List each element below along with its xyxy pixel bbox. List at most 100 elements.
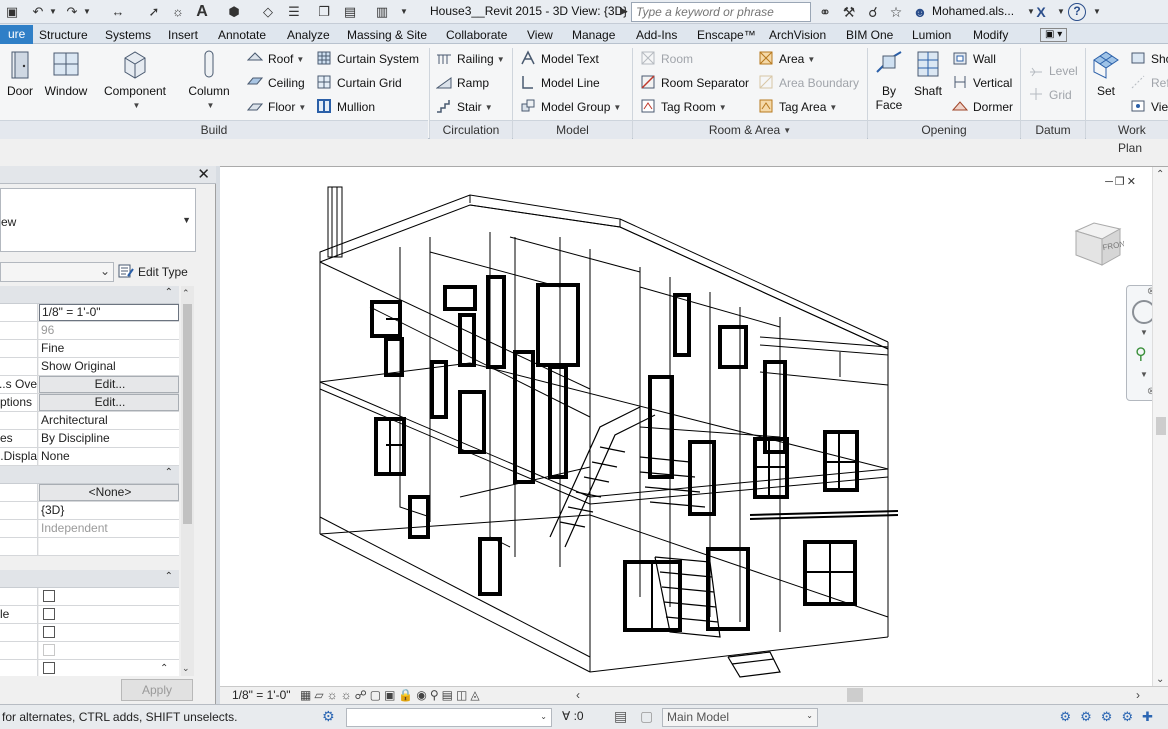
section-icon[interactable]: ◇ (258, 3, 278, 21)
property-group-header[interactable]: ⌃ (0, 286, 179, 304)
property-row-default-analysis-display[interactable]: Displa...None (0, 448, 179, 466)
qat-dropdown-icon[interactable]: ▼ (398, 3, 410, 21)
room-area-expand-icon[interactable]: ▼ (783, 126, 791, 135)
window-button[interactable]: Window (42, 48, 90, 118)
show-workplane-button[interactable]: Sho (1130, 50, 1168, 70)
select-pinned-icon[interactable]: ⚙ (1101, 709, 1122, 724)
close-hidden-windows-icon[interactable]: ❐ (314, 3, 334, 21)
component-dropdown-icon[interactable]: ▼ (133, 101, 141, 110)
tag-room-dropdown-icon[interactable]: ▼ (719, 103, 727, 112)
shadows-icon[interactable]: ☼ (341, 688, 355, 702)
tab-architecture[interactable]: ure (0, 25, 34, 44)
railing-dropdown-icon[interactable]: ▼ (497, 55, 505, 64)
highlight-displacement-icon[interactable]: ◬ (470, 688, 482, 702)
property-row-show-hidden-lines[interactable]: es By Discipline (0, 430, 179, 448)
chevron-down-icon[interactable]: ⌄ (806, 711, 813, 720)
roof-button[interactable]: Roof ▼ (247, 50, 304, 70)
select-links-icon[interactable]: ⚙ (1059, 709, 1080, 724)
select-underlay-icon[interactable]: ⚙ (1080, 709, 1101, 724)
default-3d-view-icon[interactable]: ⬢ (224, 3, 244, 21)
tab-lumion[interactable]: Lumion (910, 26, 953, 44)
level-button[interactable]: Level (1028, 62, 1078, 82)
room-area-panel-title[interactable]: Room & Area ▼ (633, 120, 867, 139)
component-button[interactable]: Component ▼ (100, 48, 170, 118)
view-scale-selector[interactable]: 1/8" = 1'-0" (232, 688, 291, 702)
property-row-discipline[interactable]: Architectural (0, 412, 179, 430)
mullion-button[interactable]: Mullion (316, 98, 375, 118)
sun-path-icon[interactable]: ☼ (327, 688, 341, 702)
scroll-left-icon[interactable]: ‹ (576, 688, 580, 702)
property-row-view-scale[interactable]: 1/8" = 1'-0" (0, 304, 179, 322)
scroll-down-icon[interactable]: ⌄ (182, 663, 190, 674)
crop-region-icon[interactable]: ▣ (384, 688, 398, 702)
subscription-center-icon[interactable]: ⚒ (840, 3, 858, 21)
edit-type-button[interactable]: Edit Type (118, 262, 188, 282)
restore-icon[interactable]: ❐ (1115, 176, 1127, 188)
opening-by-face-button[interactable]: By Face (870, 48, 908, 118)
zoom-icon[interactable]: ⚲ (1135, 344, 1147, 364)
room-separator-button[interactable]: Room Separator (640, 74, 749, 94)
editable-only-icon[interactable]: ▢ (640, 708, 653, 725)
search-expand-icon[interactable]: ▶ (620, 3, 630, 21)
communication-center-icon[interactable]: ☌ (864, 3, 882, 21)
grid-button[interactable]: Grid (1028, 86, 1072, 106)
tab-structure[interactable]: Structure (37, 26, 90, 44)
close-icon[interactable]: ✕ (1127, 176, 1138, 188)
crop-view-checkbox[interactable] (43, 590, 55, 602)
ref-plane-button[interactable]: Ref (1130, 74, 1168, 94)
filter-icon[interactable]: ∀ (562, 709, 570, 723)
properties-scrollbar[interactable]: ⌃ ⌄ (181, 286, 194, 676)
collapse-icon[interactable]: ⌃ (165, 287, 173, 298)
model-line-button[interactable]: Model Line (520, 74, 600, 94)
property-row-annotation-crop[interactable] (0, 624, 179, 642)
apply-button[interactable]: Apply (121, 679, 193, 701)
thin-lines-icon[interactable]: ☰ (284, 3, 304, 21)
railing-button[interactable]: Railing ▼ (436, 50, 505, 70)
chevron-down-icon[interactable]: ⌄ (100, 264, 110, 278)
properties-title-bar[interactable]: ✕ (0, 166, 216, 184)
property-row-visibility-overrides[interactable]: s Ove...Edit... (0, 376, 179, 394)
tag-area-button[interactable]: Tag Area ▼ (758, 98, 837, 118)
tab-collaborate[interactable]: Collaborate (444, 26, 509, 44)
chevron-down-icon[interactable]: ⌄ (540, 712, 547, 721)
tab-view[interactable]: View (525, 26, 555, 44)
tab-bim-one[interactable]: BIM One (844, 26, 895, 44)
scrollbar-thumb[interactable] (183, 304, 192, 524)
roof-dropdown-icon[interactable]: ▼ (296, 55, 304, 64)
property-row-crop-region-visible[interactable]: le (0, 606, 179, 624)
tab-add-ins[interactable]: Add-Ins (634, 26, 679, 44)
crop-region-visible-checkbox[interactable] (43, 608, 55, 620)
shaft-button[interactable]: Shaft (910, 48, 946, 118)
set-workplane-button[interactable]: Set (1088, 48, 1124, 118)
curtain-grid-button[interactable]: Curtain Grid (316, 74, 402, 94)
close-icon[interactable]: ✕ (197, 166, 210, 184)
tab-archvision[interactable]: ArchVision (767, 26, 828, 44)
collapse-icon[interactable]: ⌃ (160, 663, 168, 674)
column-dropdown-icon[interactable]: ▼ (207, 101, 215, 110)
tag-room-button[interactable]: Tag Room ▼ (640, 98, 727, 118)
type-selector-dropdown-icon[interactable]: ▼ (182, 215, 191, 225)
tag-icon[interactable]: ☼ (170, 3, 186, 21)
property-row-section-box[interactable] (0, 660, 179, 676)
chevron-down-icon[interactable]: ▼ (1140, 370, 1148, 379)
instance-filter-select[interactable]: ⌄ (0, 262, 114, 282)
model-group-dropdown-icon[interactable]: ▼ (613, 103, 621, 112)
tag-area-dropdown-icon[interactable]: ▼ (829, 103, 837, 112)
visual-style-icon[interactable]: ▱ (314, 688, 326, 702)
scroll-right-icon[interactable]: › (1136, 688, 1140, 702)
undo-icon[interactable]: ↶ (30, 3, 46, 21)
tab-insert[interactable]: Insert (166, 26, 200, 44)
stair-button[interactable]: Stair ▼ (436, 98, 493, 118)
search-input[interactable] (631, 2, 811, 22)
property-row-parts-visibility[interactable]: Show Original (0, 358, 179, 376)
temporary-view-properties-icon[interactable]: ▤ (442, 688, 456, 702)
aligned-dimension-icon[interactable]: ➚ (146, 3, 162, 21)
exchange-apps-icon[interactable]: X (1032, 3, 1050, 21)
room-button[interactable]: Room (640, 50, 693, 70)
switch-windows-icon[interactable]: ▤ (338, 3, 362, 21)
property-row-detail-level[interactable]: Fine (0, 340, 179, 358)
horizontal-scrollbar-thumb[interactable] (847, 688, 863, 702)
annotation-crop-checkbox[interactable] (43, 626, 55, 638)
curtain-system-button[interactable]: Curtain System (316, 50, 419, 70)
property-group-header[interactable]: ⌃ (0, 466, 179, 484)
